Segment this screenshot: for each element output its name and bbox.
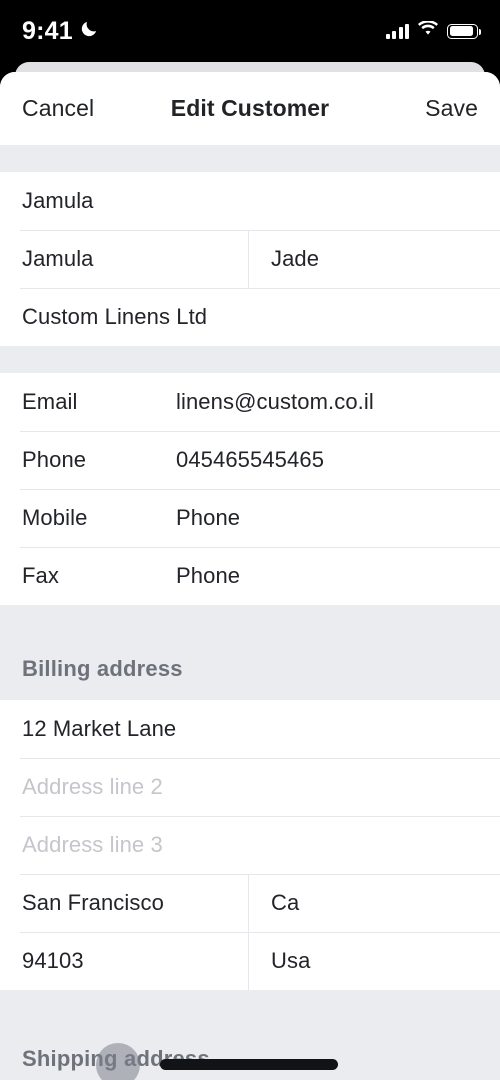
save-button[interactable]: Save <box>425 95 478 122</box>
billing-city-value[interactable]: San Francisco <box>0 874 249 932</box>
billing-line1-value[interactable]: 12 Market Lane <box>0 700 500 758</box>
billing-line2-value[interactable]: Address line 2 <box>0 758 500 816</box>
display-name-value[interactable]: Jamula <box>0 172 500 230</box>
crescent-moon-icon <box>80 19 99 43</box>
touch-cursor-indicator <box>96 1043 140 1080</box>
email-label: Email <box>22 389 78 414</box>
cancel-button[interactable]: Cancel <box>22 95 94 122</box>
billing-line3-value[interactable]: Address line 3 <box>0 816 500 874</box>
cellular-signal-icon <box>385 23 409 39</box>
billing-address-header-label: Billing address <box>22 656 183 681</box>
name-split-row: Jamula Jade <box>0 230 500 288</box>
email-value[interactable]: linens@custom.co.il <box>176 389 374 415</box>
billing-line2-row[interactable]: Address line 2 <box>0 758 500 816</box>
status-bar-right <box>385 20 482 41</box>
fax-row-inner: Fax Phone <box>0 547 500 605</box>
status-bar: 9:41 <box>0 0 500 62</box>
status-bar-time: 9:41 <box>22 16 73 45</box>
phone-row[interactable]: Phone 045465545465 <box>0 431 500 489</box>
billing-address-header: Billing address <box>0 605 500 700</box>
fax-label: Fax <box>22 563 59 588</box>
phone-value[interactable]: 045465545465 <box>176 447 324 473</box>
home-indicator[interactable] <box>160 1059 338 1070</box>
company-row[interactable]: Custom Linens Ltd <box>0 288 500 346</box>
battery-icon <box>447 23 482 39</box>
fax-row[interactable]: Fax Phone <box>0 547 500 605</box>
billing-address-group: 12 Market Lane Address line 2 Address li… <box>0 700 500 990</box>
last-name-value[interactable]: Jamula <box>0 230 249 288</box>
mobile-label: Mobile <box>22 505 88 530</box>
email-row-inner: Email linens@custom.co.il <box>0 373 500 431</box>
company-value[interactable]: Custom Linens Ltd <box>0 288 500 346</box>
wifi-icon <box>418 20 438 41</box>
contact-field-group: Email linens@custom.co.il Phone 04546554… <box>0 373 500 605</box>
mobile-row-inner: Mobile Phone <box>0 489 500 547</box>
billing-postcode-country-row: 94103 Usa <box>0 932 500 990</box>
phone-screen: 9:41 Cancel Edit Customer Save Jamula Ja… <box>0 0 500 1080</box>
display-name-row[interactable]: Jamula <box>0 172 500 230</box>
billing-line1-row[interactable]: 12 Market Lane <box>0 700 500 758</box>
email-row[interactable]: Email linens@custom.co.il <box>0 373 500 431</box>
section-spacer-top <box>0 145 500 172</box>
mobile-row[interactable]: Mobile Phone <box>0 489 500 547</box>
first-name-value[interactable]: Jade <box>249 230 500 288</box>
name-field-group: Jamula Jamula Jade Custom Linens Ltd <box>0 172 500 346</box>
billing-postcode-value[interactable]: 94103 <box>0 932 249 990</box>
billing-country-value[interactable]: Usa <box>249 932 500 990</box>
navigation-bar: Cancel Edit Customer Save <box>0 72 500 145</box>
status-bar-left: 9:41 <box>22 16 99 45</box>
phone-label: Phone <box>22 447 87 472</box>
edit-customer-sheet: Cancel Edit Customer Save Jamula Jamula … <box>0 72 500 1080</box>
billing-city-state-row: San Francisco Ca <box>0 874 500 932</box>
mobile-value[interactable]: Phone <box>176 505 240 531</box>
section-spacer-contact <box>0 346 500 373</box>
billing-state-value[interactable]: Ca <box>249 874 500 932</box>
phone-row-inner: Phone 045465545465 <box>0 431 500 489</box>
billing-line3-row[interactable]: Address line 3 <box>0 816 500 874</box>
fax-value[interactable]: Phone <box>176 563 240 589</box>
